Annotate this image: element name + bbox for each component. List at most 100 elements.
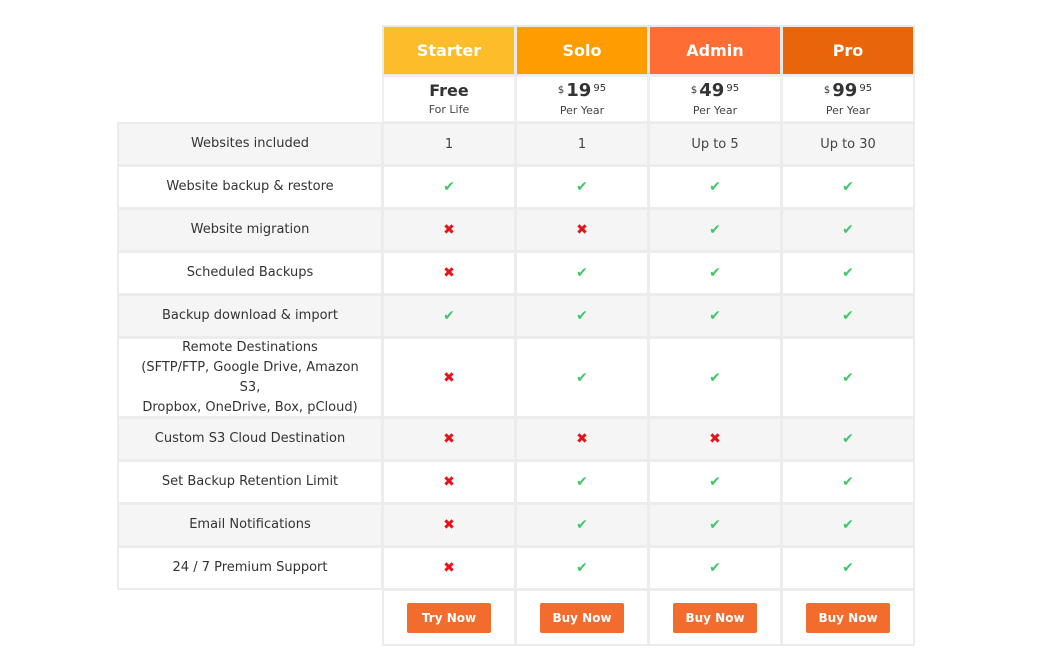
price-solo: $ 19 95 Per Year — [515, 75, 649, 123]
price-row: Free For Life $ 19 95 Per Year $ 49 95 P… — [118, 75, 918, 123]
price-free: Free — [429, 80, 469, 100]
feature-value-text: 1 — [444, 136, 454, 152]
feature-value-cell: ✔ — [781, 165, 915, 209]
feature-value-cell: ✔ — [515, 546, 649, 590]
feature-value-cell: ✖ — [382, 417, 516, 461]
feature-label: Website migration — [117, 208, 383, 252]
cross-icon: ✖ — [576, 222, 588, 238]
cross-icon: ✖ — [443, 431, 455, 447]
check-icon: ✔ — [842, 474, 854, 490]
feature-value-cell: ✖ — [382, 337, 516, 418]
price-cents: 95 — [859, 82, 873, 94]
header-spacer — [117, 25, 383, 76]
check-icon: ✔ — [709, 265, 721, 281]
feature-value-cell: ✔ — [515, 503, 649, 547]
feature-value-cell: ✔ — [781, 503, 915, 547]
check-icon: ✔ — [842, 179, 854, 195]
pricing-table: Starter Solo Admin Pro Free For Life $ 1… — [117, 25, 918, 646]
check-icon: ✔ — [576, 265, 588, 281]
price-cents: 95 — [726, 82, 740, 94]
check-icon: ✔ — [842, 517, 854, 533]
feature-value-cell: ✖ — [648, 417, 782, 461]
feature-row: Website migration ✖ ✖ ✔ ✔ — [117, 208, 918, 252]
price-whole: 49 — [699, 79, 725, 101]
feature-row: Websites included 1 1 Up to 5 Up to 30 — [117, 122, 918, 166]
check-icon: ✔ — [842, 265, 854, 281]
feature-value-cell: ✔ — [648, 546, 782, 590]
buy-now-button-solo[interactable]: Buy Now — [540, 602, 624, 633]
feature-value-cell: ✔ — [515, 251, 649, 295]
feature-value-text: 1 — [577, 136, 587, 152]
feature-row: Custom S3 Cloud Destination ✖ ✖ ✖ ✔ — [117, 417, 918, 461]
feature-value-cell: ✖ — [382, 503, 516, 547]
price-currency: $ — [823, 84, 831, 96]
feature-value-cell: ✔ — [648, 165, 782, 209]
check-icon: ✔ — [709, 179, 721, 195]
feature-rows: Websites included 1 1 Up to 5 Up to 30 Websit… — [117, 122, 918, 590]
feature-value-cell: ✔ — [781, 294, 915, 338]
price-admin: $ 49 95 Per Year — [648, 75, 782, 123]
price-whole: 19 — [566, 79, 592, 101]
feature-row: Backup download & import ✔ ✔ ✔ ✔ — [117, 294, 918, 338]
cross-icon: ✖ — [443, 474, 455, 490]
feature-value-cell: ✖ — [515, 208, 649, 252]
feature-value-cell: ✖ — [382, 251, 516, 295]
feature-value-cell: ✔ — [781, 460, 915, 504]
feature-label-line: Dropbox, OneDrive, Box, pCloud) — [142, 399, 358, 415]
feature-value-text: Up to 30 — [820, 136, 876, 152]
feature-value-cell: ✔ — [515, 460, 649, 504]
check-icon: ✔ — [709, 369, 721, 386]
price-period: For Life — [428, 102, 470, 116]
check-icon: ✔ — [576, 308, 588, 324]
price-starter: Free For Life — [382, 75, 516, 123]
feature-label: Set Backup Retention Limit — [117, 460, 383, 504]
feature-value-cell: ✖ — [382, 460, 516, 504]
feature-value-cell: ✔ — [382, 294, 516, 338]
feature-value-cell: 1 — [382, 122, 516, 166]
action-spacer — [117, 589, 383, 646]
buy-now-button-admin[interactable]: Buy Now — [673, 602, 757, 633]
feature-label-line: (SFTP/FTP, Google Drive, Amazon S3, — [141, 359, 359, 395]
price-period: Per Year — [559, 103, 605, 117]
feature-label: Backup download & import — [117, 294, 383, 338]
feature-value-cell: ✔ — [648, 337, 782, 418]
action-solo: Buy Now — [515, 589, 649, 646]
feature-label-line: Remote Destinations — [182, 339, 318, 355]
feature-value-cell: ✔ — [515, 337, 649, 418]
feature-row: Scheduled Backups ✖ ✔ ✔ ✔ — [117, 251, 918, 295]
feature-value-cell: ✔ — [781, 337, 915, 418]
feature-label: Remote Destinations (SFTP/FTP, Google Dri… — [117, 337, 383, 418]
price-currency: $ — [690, 84, 698, 96]
check-icon: ✔ — [443, 179, 455, 195]
check-icon: ✔ — [709, 517, 721, 533]
price-period: Per Year — [825, 103, 871, 117]
check-icon: ✔ — [576, 560, 588, 576]
check-icon: ✔ — [709, 474, 721, 490]
buy-now-button-pro[interactable]: Buy Now — [806, 602, 890, 633]
feature-value-cell: ✔ — [781, 417, 915, 461]
feature-value-cell: ✔ — [781, 251, 915, 295]
feature-value-text: Up to 5 — [691, 136, 739, 152]
feature-value-cell: ✖ — [382, 208, 516, 252]
feature-value-cell: ✔ — [648, 208, 782, 252]
feature-label: 24 / 7 Premium Support — [117, 546, 383, 590]
plan-header-starter: Starter — [382, 25, 516, 76]
feature-value-cell: ✔ — [648, 503, 782, 547]
check-icon: ✔ — [842, 308, 854, 324]
feature-value-cell: ✖ — [382, 546, 516, 590]
check-icon: ✔ — [842, 222, 854, 238]
feature-value-cell: ✔ — [781, 546, 915, 590]
price-pro: $ 99 95 Per Year — [781, 75, 915, 123]
cross-icon: ✖ — [443, 560, 455, 576]
try-now-button[interactable]: Try Now — [407, 602, 491, 633]
cross-icon: ✖ — [443, 265, 455, 281]
feature-label: Websites included — [117, 122, 383, 166]
feature-label: Scheduled Backups — [117, 251, 383, 295]
cross-icon: ✖ — [443, 517, 455, 533]
feature-value-cell: ✔ — [515, 294, 649, 338]
check-icon: ✔ — [709, 308, 721, 324]
feature-label: Website backup & restore — [117, 165, 383, 209]
check-icon: ✔ — [576, 474, 588, 490]
feature-value-cell: ✖ — [515, 417, 649, 461]
feature-label: Email Notifications — [117, 503, 383, 547]
